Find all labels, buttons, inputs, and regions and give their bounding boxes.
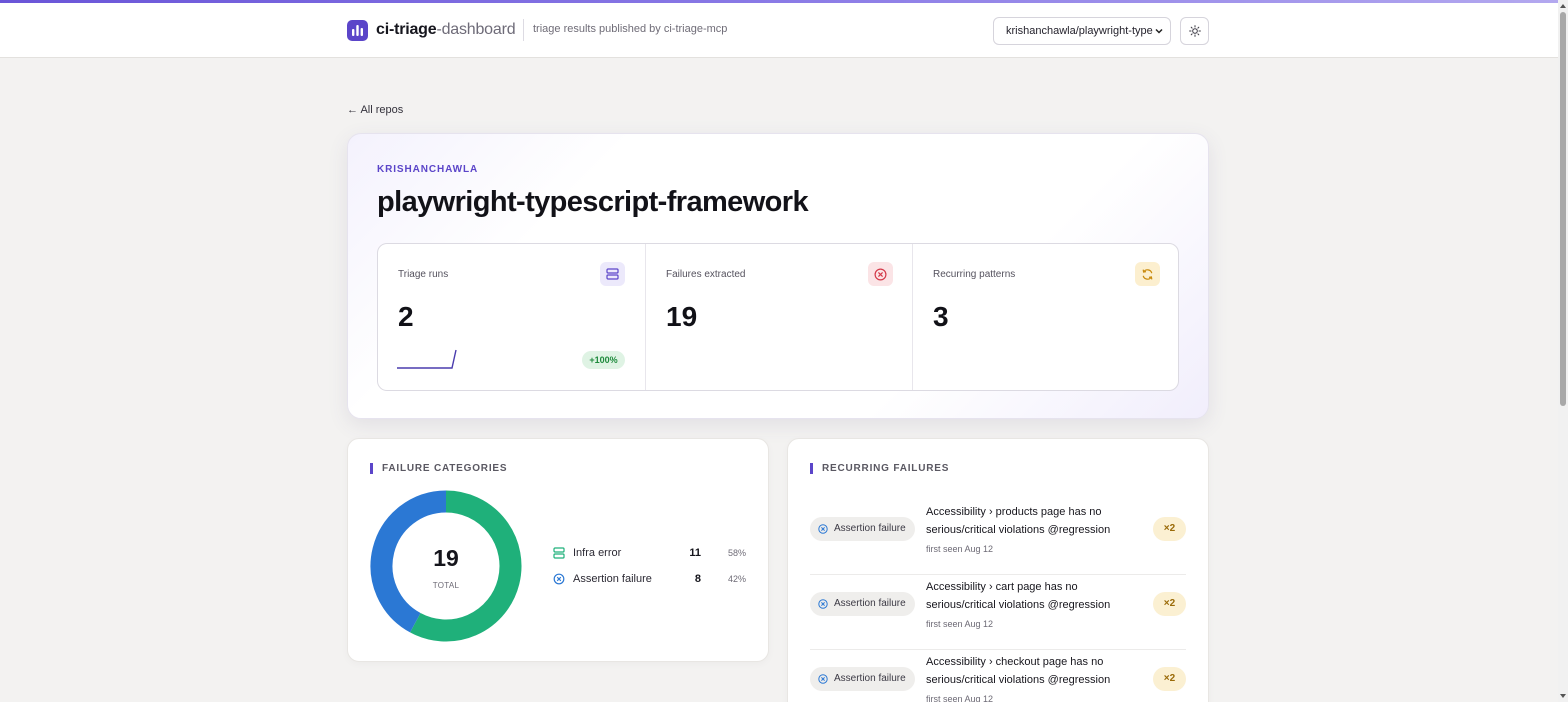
legend-percent: 58% (727, 548, 746, 558)
stat-label: Triage runs (398, 269, 449, 280)
stat-recurring-patterns: Recurring patterns 3 (912, 244, 1178, 390)
donut-total-value: 19 (433, 545, 459, 571)
recurring-item[interactable]: Assertion failure Accessibility › produc… (810, 500, 1186, 575)
repo-select[interactable]: krishanchawla/playwright-type (993, 17, 1171, 45)
category-badge: Assertion failure (810, 592, 915, 616)
scroll-up-arrow-icon[interactable] (1559, 2, 1567, 10)
refresh-icon (1135, 262, 1160, 286)
sparkline (397, 349, 457, 369)
recurring-failures-card: RECURRING FAILURES Assertion failure Acc… (787, 438, 1209, 702)
badge-label: Assertion failure (834, 523, 906, 534)
x-circle-icon (868, 262, 893, 286)
legend-count: 11 (689, 547, 701, 559)
page-scrollbar[interactable] (1558, 0, 1568, 702)
repo-select-value: krishanchawla/playwright-type (1006, 25, 1153, 37)
chevron-down-icon (1155, 28, 1163, 34)
stat-label: Recurring patterns (933, 269, 1016, 280)
x-circle-icon (553, 573, 565, 585)
stat-failures-extracted: Failures extracted 19 (645, 244, 912, 390)
occurrence-count: ×2 (1153, 592, 1186, 616)
failure-title: Accessibility › cart page has no serious… (926, 581, 1111, 611)
brand-secondary: -dashboard (436, 21, 516, 38)
legend-item-assertion-failure[interactable]: Assertion failure 8 42% (553, 571, 748, 589)
server-stack-icon (600, 262, 625, 286)
delta-badge: +100% (582, 351, 625, 369)
brand-name[interactable]: ci-triage-dashboard (376, 21, 516, 39)
header-divider (523, 19, 524, 41)
theme-toggle-button[interactable] (1180, 17, 1209, 45)
first-seen: first seen Aug 12 (926, 544, 994, 554)
stats-panel: Triage runs 2 +100% Failures extracted 1… (377, 243, 1179, 391)
stat-value: 3 (933, 301, 949, 332)
repo-owner: KRISHANCHAWLA (377, 164, 479, 175)
header-tagline: triage results published by ci-triage-mc… (533, 23, 728, 35)
card-title: FAILURE CATEGORIES (370, 463, 507, 474)
stat-value: 19 (666, 301, 698, 332)
logo-icon[interactable] (347, 20, 368, 41)
x-circle-icon (818, 599, 828, 609)
failure-title: Accessibility › products page has no ser… (926, 506, 1111, 536)
badge-label: Assertion failure (834, 673, 906, 684)
x-circle-icon (818, 674, 828, 684)
legend-name: Assertion failure (573, 573, 652, 585)
server-icon (553, 547, 565, 559)
failure-categories-card: FAILURE CATEGORIES 19 TOTAL Infra error … (347, 438, 769, 662)
donut-total-label: TOTAL (432, 581, 460, 590)
badge-label: Assertion failure (834, 598, 906, 609)
repo-summary-card: KRISHANCHAWLA playwright-typescript-fram… (347, 133, 1209, 419)
sun-icon (1189, 25, 1201, 37)
scroll-down-arrow-icon[interactable] (1559, 692, 1567, 700)
legend-count: 8 (694, 573, 701, 585)
legend-name: Infra error (573, 547, 622, 559)
occurrence-count: ×2 (1153, 667, 1186, 691)
stat-value: 2 (398, 301, 414, 332)
legend-percent: 42% (727, 574, 746, 584)
recurring-item[interactable]: Assertion failure Accessibility › cart p… (810, 575, 1186, 650)
stat-triage-runs: Triage runs 2 +100% (378, 244, 645, 390)
brand-primary: ci-triage (376, 21, 437, 38)
category-badge: Assertion failure (810, 517, 915, 541)
legend-item-infra-error[interactable]: Infra error 11 58% (553, 545, 748, 563)
first-seen: first seen Aug 12 (926, 619, 994, 629)
recurring-item[interactable]: Assertion failure Accessibility › checko… (810, 650, 1186, 702)
category-badge: Assertion failure (810, 667, 915, 691)
failure-title: Accessibility › checkout page has no ser… (926, 656, 1111, 686)
x-circle-icon (818, 524, 828, 534)
stat-label: Failures extracted (666, 269, 746, 280)
app-header: ci-triage-dashboard triage results publi… (0, 3, 1558, 58)
repo-title: playwright-typescript-framework (377, 186, 809, 218)
back-to-repos-link[interactable]: ← All repos (347, 104, 403, 116)
occurrence-count: ×2 (1153, 517, 1186, 541)
card-title: RECURRING FAILURES (810, 463, 949, 474)
scrollbar-thumb[interactable] (1560, 12, 1566, 406)
first-seen: first seen Aug 12 (926, 694, 994, 702)
